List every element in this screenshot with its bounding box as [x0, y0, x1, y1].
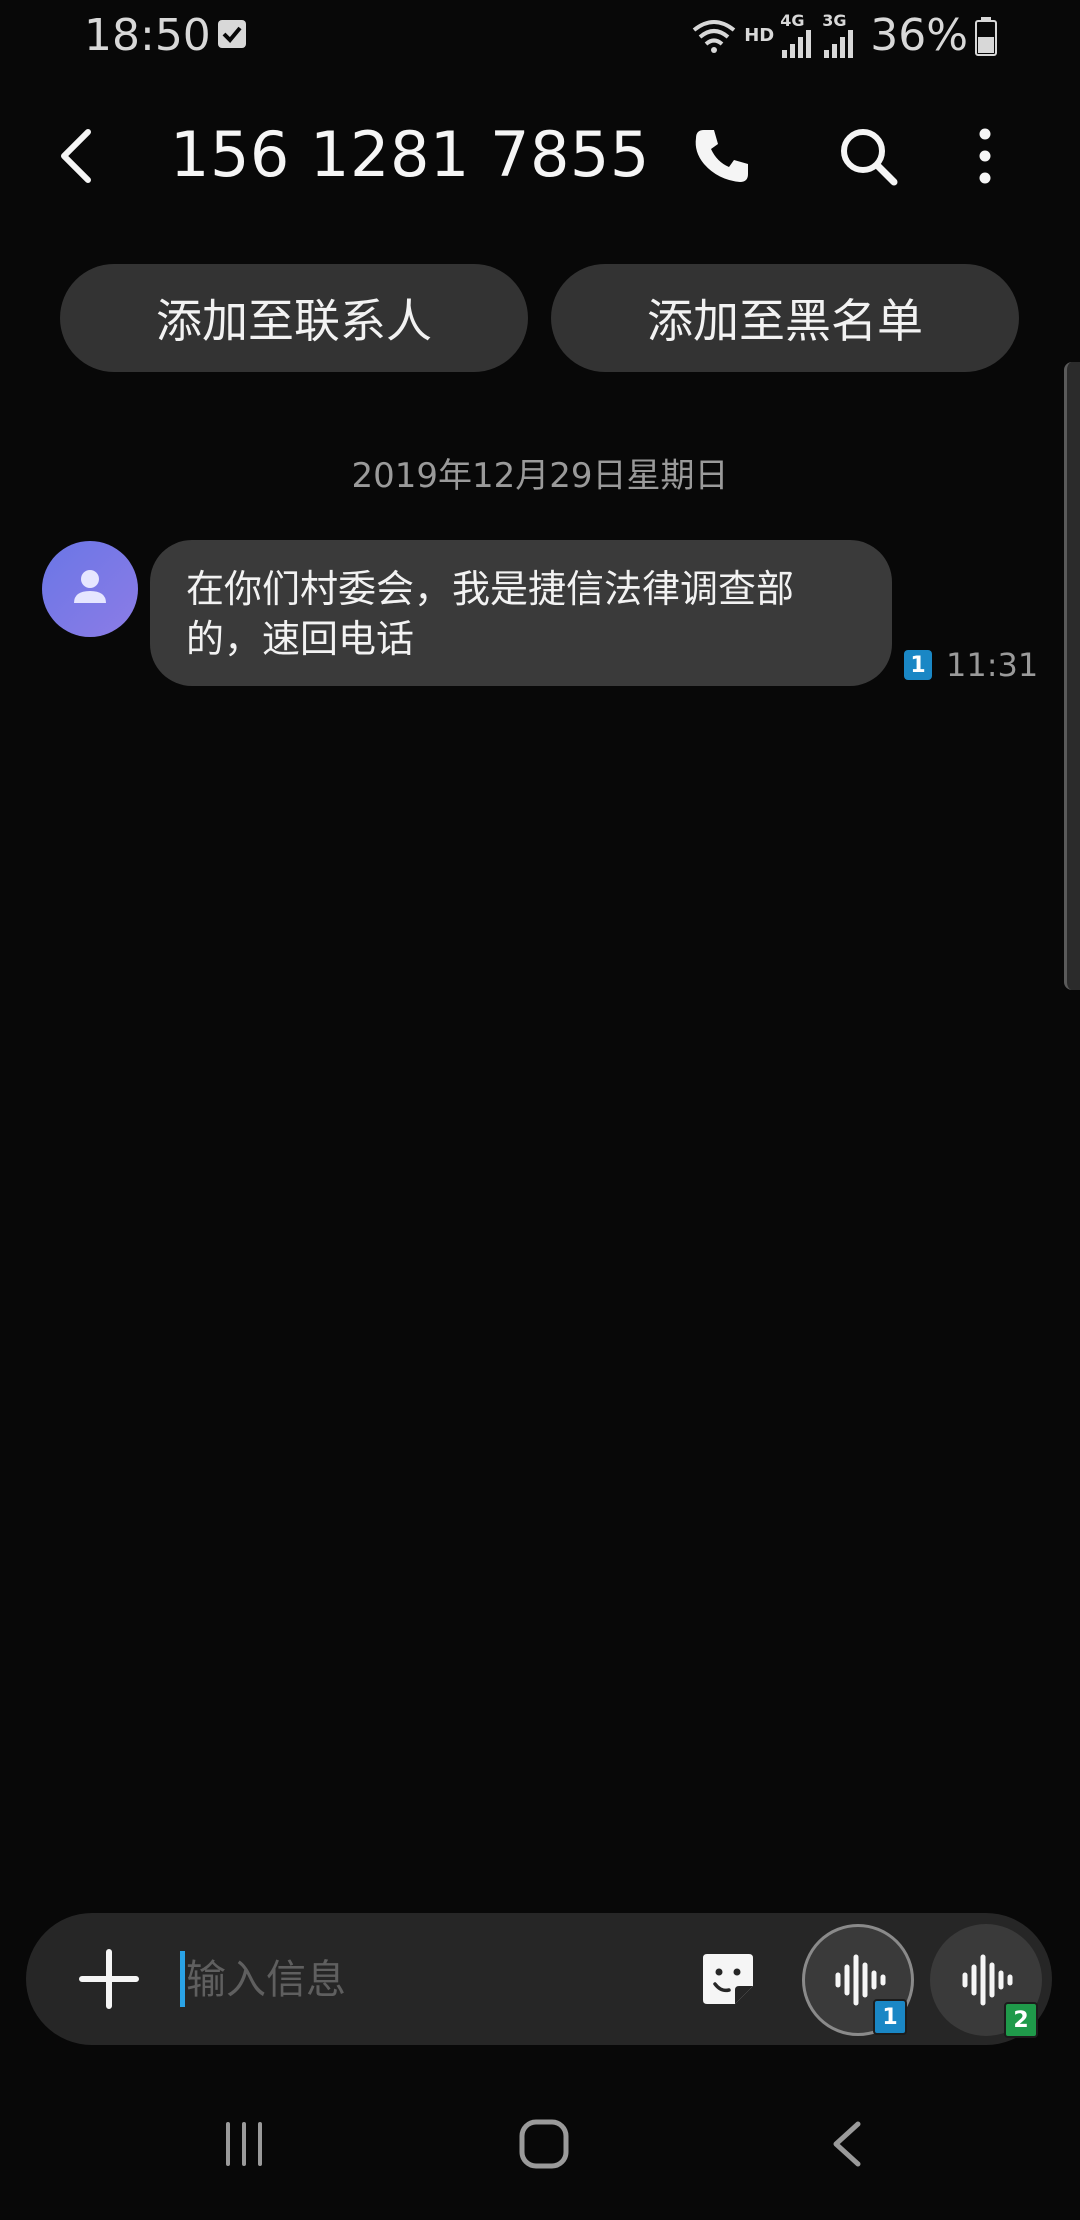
sticker-icon[interactable]: [699, 1950, 757, 2008]
plus-icon[interactable]: [76, 1944, 142, 2014]
hd-label: HD: [744, 25, 775, 46]
signal-icon: [824, 29, 854, 58]
signal-icon: [782, 29, 812, 58]
home-icon[interactable]: [518, 2118, 570, 2170]
net-type-1: 4G: [780, 10, 805, 30]
person-icon: [74, 570, 106, 603]
avatar[interactable]: [42, 541, 138, 637]
signal-sim2: 3G: [822, 10, 858, 58]
add-to-blocklist-button[interactable]: 添加至黑名单: [551, 264, 1019, 372]
back-icon[interactable]: [826, 2120, 870, 2168]
add-to-contacts-button[interactable]: 添加至联系人: [60, 264, 528, 372]
more-vertical-icon[interactable]: [965, 124, 1005, 188]
net-type-2: 3G: [822, 10, 847, 30]
message-text: 在你们村委会，我是捷信法律调查部的，速回电话: [186, 567, 795, 661]
recents-icon[interactable]: [220, 2120, 268, 2168]
scrollbar[interactable]: [1064, 362, 1080, 990]
back-arrow-icon[interactable]: [50, 118, 110, 194]
search-icon[interactable]: [836, 124, 900, 188]
status-time: 18:50: [84, 10, 211, 61]
check-icon: [218, 20, 246, 48]
sim-tag-1: 1: [873, 1999, 907, 2035]
message-time: 11:31: [946, 646, 1039, 684]
date-separator: 2019年12月29日星期日: [351, 456, 729, 496]
message-input[interactable]: [184, 1944, 668, 2016]
battery-icon: [975, 16, 997, 56]
conversation-title: 156 1281 7855: [170, 118, 650, 191]
sim-tag-2: 2: [1004, 2002, 1038, 2038]
signal-sim1: 4G: [780, 10, 816, 58]
phone-icon[interactable]: [690, 124, 754, 188]
status-icons: HD 4G 3G 36%: [690, 10, 998, 61]
message-bubble[interactable]: 在你们村委会，我是捷信法律调查部的，速回电话: [150, 540, 892, 686]
sim-badge: 1: [904, 650, 932, 680]
voice-message-sim1-button[interactable]: 1: [802, 1924, 914, 2036]
battery-percent: 36%: [870, 10, 968, 61]
voice-message-sim2-button[interactable]: 2: [930, 1924, 1042, 2038]
wifi-icon: [692, 19, 736, 53]
